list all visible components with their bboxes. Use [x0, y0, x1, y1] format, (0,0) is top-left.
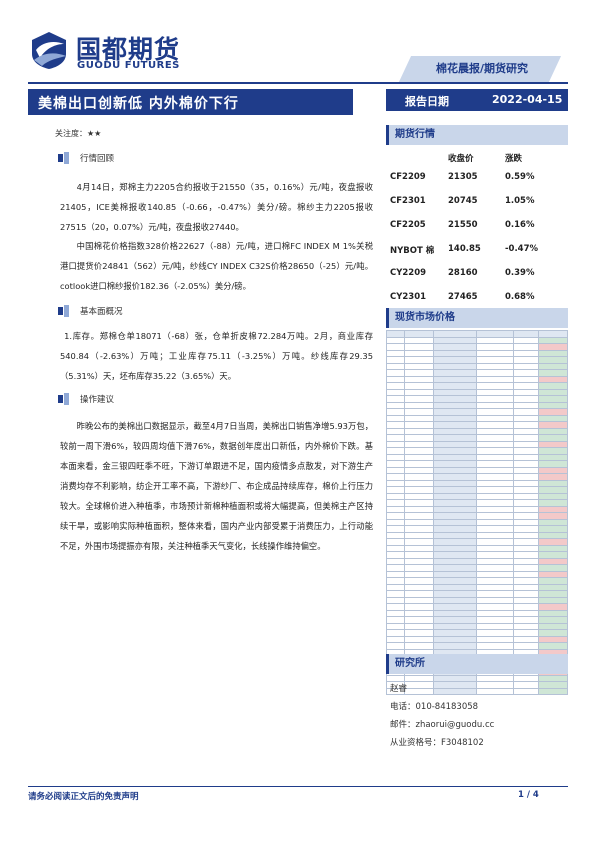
- futures-row: CF2205 21550 0.16%: [390, 220, 568, 244]
- futures-row: NYBOT 棉 140.85 -0.47%: [390, 244, 568, 268]
- paragraph: 中国棉花价格指数328价格22627（-88）元/吨，进口棉FC INDEX M…: [60, 241, 373, 291]
- section-heading: 行情回顾: [80, 154, 115, 164]
- header-tag: 棉花晨报/期货研究: [435, 62, 529, 75]
- close-price: 21305: [448, 172, 478, 182]
- footer-rule: [28, 786, 568, 787]
- futures-row: CF2209 21305 0.59%: [390, 172, 568, 196]
- contract: CF2209: [390, 172, 426, 182]
- change: -0.47%: [505, 244, 539, 254]
- section-icon: [58, 393, 69, 405]
- spot-row: [385, 687, 568, 695]
- attention-rating: 关注度：★★: [55, 129, 102, 138]
- logo-mark: [28, 30, 70, 70]
- section-heading: 操作建议: [80, 395, 115, 405]
- contract: NYBOT 棉: [390, 246, 435, 256]
- futures-row: CF2301 20745 1.05%: [390, 196, 568, 220]
- section-review: 行情回顾: [58, 152, 114, 164]
- report-date: 2022-04-15: [492, 93, 563, 106]
- change: 0.59%: [505, 172, 535, 182]
- close-price: 20745: [448, 196, 478, 206]
- spot-heading-bar: 现货市场价格: [386, 308, 568, 328]
- section-icon: [58, 305, 69, 317]
- col-change-header: 涨跌: [505, 154, 523, 164]
- section-heading: 基本面概况: [80, 307, 123, 317]
- contract: CF2205: [390, 220, 426, 230]
- change: 0.16%: [505, 220, 535, 230]
- futures-heading-bar: 期货行情: [386, 125, 568, 145]
- section-icon: [58, 152, 69, 164]
- futures-row: CY2209 28160 0.39%: [390, 268, 568, 292]
- report-title: 美棉出口创新低 内外棉价下行: [38, 96, 239, 112]
- paragraph: 昨晚公布的美棉出口数据显示，截至4月7日当周，美棉出口销售净增5.93万包，较前…: [60, 421, 373, 551]
- spot-price-table: [385, 330, 568, 695]
- contract: CF2301: [390, 196, 426, 206]
- date-label: 报告日期: [405, 95, 449, 108]
- section-fundamentals: 基本面概况: [58, 305, 123, 317]
- author: 赵睿: [390, 684, 408, 694]
- contract: CY2209: [390, 268, 427, 278]
- license: 从业资格号：F3048102: [390, 738, 484, 748]
- paragraph: 1.库存。郑棉仓单18071（-68）张，仓单折皮棉72.284万吨。2月，商业…: [60, 331, 373, 381]
- close-price: 140.85: [448, 244, 481, 254]
- col-close-header: 收盘价: [448, 154, 474, 164]
- close-price: 28160: [448, 268, 478, 278]
- phone: 电话：010-84183058: [390, 702, 479, 712]
- change: 0.39%: [505, 268, 535, 278]
- disclaimer-note: 请务必阅读正文后的免责声明: [28, 792, 139, 802]
- futures-heading: 期货行情: [395, 129, 435, 140]
- close-price: 21550: [448, 220, 478, 230]
- page-number: 1 / 4: [518, 790, 539, 800]
- paragraph: 4月14日，郑棉主力2205合约报收于21550（35，0.16%）元/吨，夜盘…: [60, 182, 373, 232]
- change: 1.05%: [505, 196, 535, 206]
- section-advice: 操作建议: [58, 393, 114, 405]
- header-rule: [28, 82, 568, 84]
- research-heading: 研究所: [395, 658, 425, 669]
- email: 邮件：zhaorui@guodu.cc: [390, 720, 495, 730]
- brand-name-en: GUODU FUTURES: [77, 60, 180, 71]
- research-heading-bar: 研究所: [386, 654, 568, 674]
- spot-heading: 现货市场价格: [395, 312, 455, 323]
